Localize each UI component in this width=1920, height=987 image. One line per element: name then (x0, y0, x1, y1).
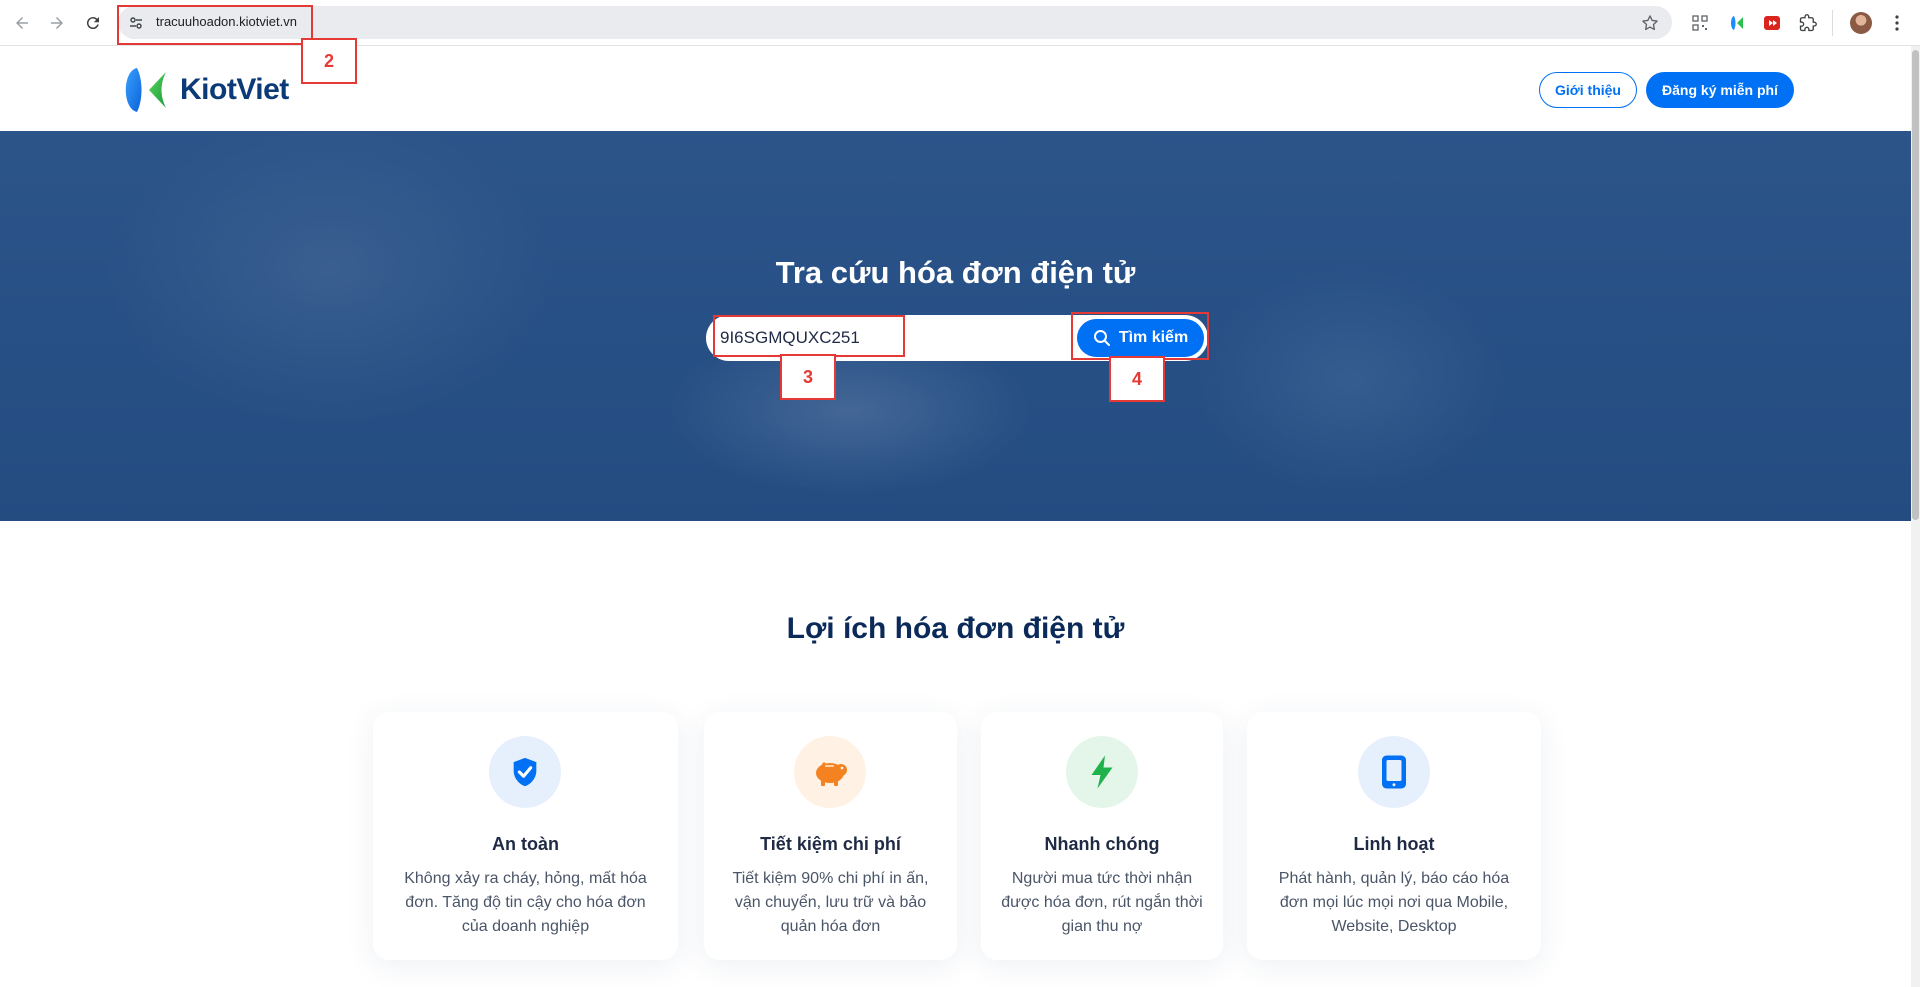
benefit-card-fast: Nhanh chóng Người mua tức thời nhận được… (981, 712, 1223, 960)
site-header: KiotViet Giới thiệu Đăng ký miễn phí (0, 46, 1911, 131)
kiotviet-logo-icon (125, 68, 166, 112)
benefit-title: An toàn (492, 834, 559, 854)
piggy-bank-icon (794, 736, 866, 808)
annotation-box-input (713, 315, 905, 357)
tablet-icon (1358, 736, 1430, 808)
lightning-icon (1066, 736, 1138, 808)
kiotviet-logo[interactable]: KiotViet (120, 66, 289, 114)
reload-icon[interactable] (81, 11, 105, 35)
benefit-title: Nhanh chóng (1044, 834, 1160, 854)
benefit-card-saving: Tiết kiệm chi phí Tiết kiệm 90% chi phí … (704, 712, 957, 960)
benefit-description: Người mua tức thời nhận được hóa đơn, rú… (1001, 870, 1203, 935)
intro-button[interactable]: Giới thiệu (1539, 72, 1637, 108)
forward-icon[interactable] (45, 11, 69, 35)
video-extension-icon[interactable] (1760, 11, 1784, 35)
address-bar[interactable]: tracuuhoadon.kiotviet.vn (118, 6, 1672, 39)
annotation-box-url (117, 5, 313, 45)
benefit-description: Không xảy ra cháy, hỏng, mất hóa đơn. Tă… (404, 870, 647, 935)
register-free-button[interactable]: Đăng ký miễn phí (1646, 72, 1794, 108)
extensions-puzzle-icon[interactable] (1796, 11, 1820, 35)
benefit-card-safe: An toàn Không xảy ra cháy, hỏng, mất hóa… (373, 712, 678, 960)
annotation-box-button (1071, 312, 1209, 360)
shield-check-icon (489, 736, 561, 808)
logo-text: KiotViet (180, 73, 289, 106)
benefit-description: Phát hành, quản lý, báo cáo hóa đơn mọi … (1278, 870, 1510, 935)
toolbar-divider (1832, 10, 1833, 36)
benefit-title: Tiết kiệm chi phí (760, 834, 901, 854)
back-icon[interactable] (10, 11, 34, 35)
annotation-label-3: 3 (780, 354, 836, 400)
benefit-card-flexible: Linh hoạt Phát hành, quản lý, báo cáo hó… (1247, 712, 1541, 960)
browser-menu-icon[interactable] (1885, 11, 1909, 35)
hero-title: Tra cứu hóa đơn điện tử (775, 255, 1136, 290)
benefits-title: Lợi ích hóa đơn điện tử (786, 612, 1125, 645)
bookmark-star-icon[interactable] (1640, 13, 1660, 33)
scrollbar-thumb[interactable] (1912, 50, 1919, 520)
page-scrollbar[interactable] (1911, 46, 1920, 987)
benefit-description: Tiết kiệm 90% chi phí in ấn, vận chuyển,… (732, 870, 929, 935)
annotation-label-4: 4 (1109, 356, 1165, 402)
kiotviet-extension-icon[interactable] (1724, 11, 1748, 35)
qr-code-icon[interactable] (1688, 11, 1712, 35)
annotation-label-2: 2 (301, 38, 357, 84)
profile-avatar[interactable] (1849, 11, 1873, 35)
benefit-title: Linh hoạt (1353, 834, 1435, 854)
hero-banner: Tra cứu hóa đơn điện tử Tìm kiếm (0, 131, 1911, 521)
